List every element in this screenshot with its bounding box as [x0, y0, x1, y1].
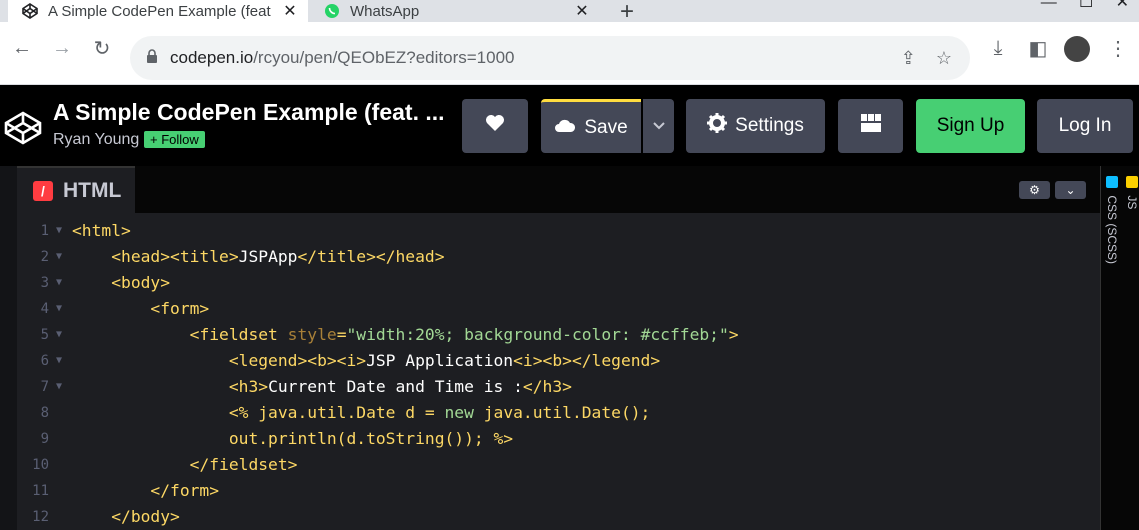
save-button[interactable]: Save — [541, 99, 641, 153]
code-line: 5 ▼ <fieldset style="width:20%; backgroun… — [40, 325, 739, 344]
reload-icon[interactable]: ↻ — [90, 36, 114, 60]
sidepanel-icon[interactable]: ◧ — [1026, 36, 1050, 60]
chevron-down-icon[interactable]: ⌄ — [1055, 181, 1086, 199]
layout-icon — [860, 113, 882, 139]
html-tab-label: HTML — [63, 178, 122, 202]
browser-toolbar: ← → ↻ codepen.io/rcyou/pen/QEObEZ?editor… — [0, 22, 1139, 85]
address-bar[interactable]: codepen.io/rcyou/pen/QEObEZ?editors=1000… — [130, 36, 970, 80]
menu-icon[interactable]: ⋮ — [1106, 36, 1130, 60]
sign-up-button[interactable]: Sign Up — [916, 99, 1025, 153]
forward-icon[interactable]: → — [50, 36, 74, 60]
code-line: 9 out.println(d.toString()); %> — [40, 429, 514, 448]
close-icon[interactable]: ✕ — [572, 1, 592, 21]
editor-header: / HTML ⚙ ⌄ — [17, 166, 1100, 213]
whatsapp-icon — [324, 3, 340, 19]
codepen-icon — [22, 3, 38, 19]
code-editor[interactable]: 1 ▼ <html> 2 ▼ <head><title>JSPApp</title><… — [17, 213, 1087, 530]
save-label: Save — [584, 116, 628, 138]
css-icon — [1106, 176, 1118, 188]
cloud-icon — [554, 117, 576, 139]
url-text: codepen.io/rcyou/pen/QEObEZ?editors=1000 — [170, 48, 901, 68]
js-icon — [1126, 176, 1138, 188]
tab-js[interactable]: JS — [1123, 176, 1139, 209]
code-line: 6 ▼ <legend><b><i>JSP Application<i><b></… — [40, 351, 661, 370]
code-line: 2 ▼ <head><title>JSPApp</title></head> — [40, 247, 445, 266]
tab-title: A Simple CodePen Example (feat — [48, 2, 271, 20]
collapsed-editors: CSS (SCSS) JS — [1100, 166, 1139, 530]
settings-button[interactable]: Settings — [686, 99, 825, 153]
editor-area: / HTML ⚙ ⌄ 1 ▼ <html> 2 ▼ <head><title>JSPA… — [0, 166, 1139, 530]
save-options-button[interactable] — [643, 99, 674, 153]
follow-button[interactable]: + Follow — [144, 131, 205, 148]
author-name[interactable]: Ryan Young — [53, 131, 139, 149]
change-view-button[interactable] — [838, 99, 903, 153]
heart-icon — [485, 114, 505, 138]
download-icon[interactable]: ⤓ — [986, 36, 1010, 60]
star-icon[interactable]: ☆ — [936, 48, 952, 69]
code-line: 7 ▼ <h3>Current Date and Time is :</h3> — [40, 377, 572, 396]
log-in-button[interactable]: Log In — [1037, 99, 1133, 153]
tab-whatsapp[interactable]: WhatsApp ✕ — [310, 0, 600, 22]
html-icon: / — [33, 180, 53, 201]
close-icon[interactable]: ✕ — [280, 1, 300, 21]
code-line: 12 </body> — [32, 507, 180, 526]
gear-icon — [707, 113, 728, 139]
avatar[interactable] — [1064, 36, 1090, 62]
back-icon[interactable]: ← — [10, 36, 34, 60]
tab-css[interactable]: CSS (SCSS) — [1103, 176, 1119, 264]
lock-icon — [146, 48, 158, 68]
codepen-logo-icon[interactable] — [4, 111, 42, 150]
code-line: 11 </form> — [32, 481, 220, 500]
editor-settings-icon[interactable]: ⚙ — [1019, 181, 1050, 199]
url-host: codepen.io — [170, 48, 254, 67]
code-line: 8 <% java.util.Date d = new java.util.Da… — [40, 403, 651, 422]
tab-codepen[interactable]: A Simple CodePen Example (feat ✕ — [8, 0, 308, 22]
browser-tab-strip: A Simple CodePen Example (feat ✕ WhatsAp… — [0, 0, 1139, 25]
like-button[interactable] — [462, 99, 528, 153]
tab-html[interactable]: / HTML — [17, 166, 135, 213]
window-controls[interactable]: — ☐ ✕ — [1041, 0, 1129, 12]
css-tab-label: CSS (SCSS) — [1105, 195, 1119, 265]
code-line: 4 ▼ <form> — [40, 299, 210, 318]
code-line: 10 </fieldset> — [32, 455, 298, 474]
chevron-down-icon — [652, 115, 666, 137]
html-editor-panel: / HTML ⚙ ⌄ 1 ▼ <html> 2 ▼ <head><title>JSPA… — [17, 166, 1116, 530]
page-title[interactable]: A Simple CodePen Example (feat. ... — [53, 99, 445, 126]
settings-label: Settings — [735, 115, 804, 136]
share-icon[interactable]: ⇪ — [901, 48, 916, 69]
code-line: 3 ▼ <body> — [40, 273, 171, 292]
tab-title: WhatsApp — [350, 2, 420, 20]
url-path: /rcyou/pen/QEObEZ?editors=1000 — [253, 48, 515, 67]
js-tab-label: JS — [1125, 195, 1139, 210]
codepen-header: A Simple CodePen Example (feat. ... Ryan… — [0, 85, 1139, 166]
code-line: 1 ▼ <html> — [40, 221, 131, 240]
